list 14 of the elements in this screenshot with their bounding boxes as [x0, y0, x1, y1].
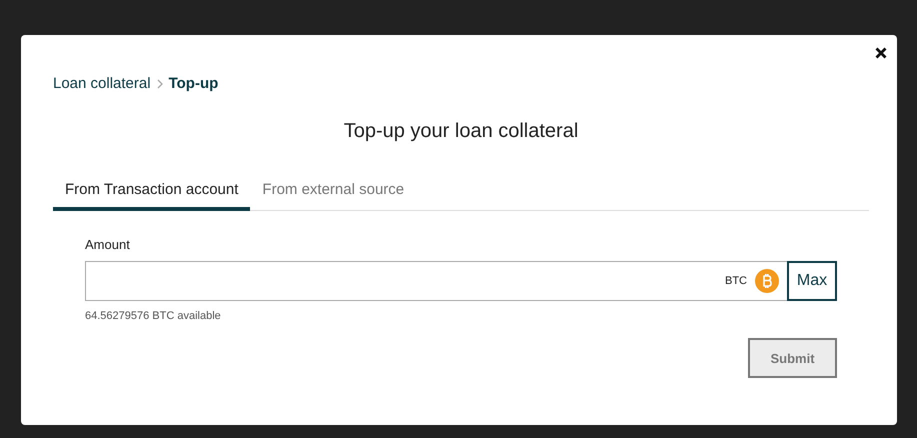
chevron-icon — [156, 78, 163, 88]
breadcrumb-link[interactable]: Top-up — [168, 75, 218, 92]
amount-field[interactable]: BTC — [85, 261, 787, 301]
field-label: Amount — [85, 237, 131, 252]
available-balance: 64.56279576 BTC available — [85, 310, 222, 322]
close-icon — [875, 47, 887, 59]
dialog-title: Top-up your loan collateral — [342, 120, 580, 143]
close-button[interactable] — [873, 45, 889, 61]
breadcrumb-link[interactable]: Loan collateral — [53, 75, 151, 92]
tab[interactable]: From Transaction account — [53, 175, 250, 211]
currency-label: BTC — [725, 275, 747, 287]
coin-icon — [755, 269, 779, 293]
tab[interactable]: From external source — [250, 175, 416, 211]
max-button[interactable]: Max — [787, 261, 837, 301]
